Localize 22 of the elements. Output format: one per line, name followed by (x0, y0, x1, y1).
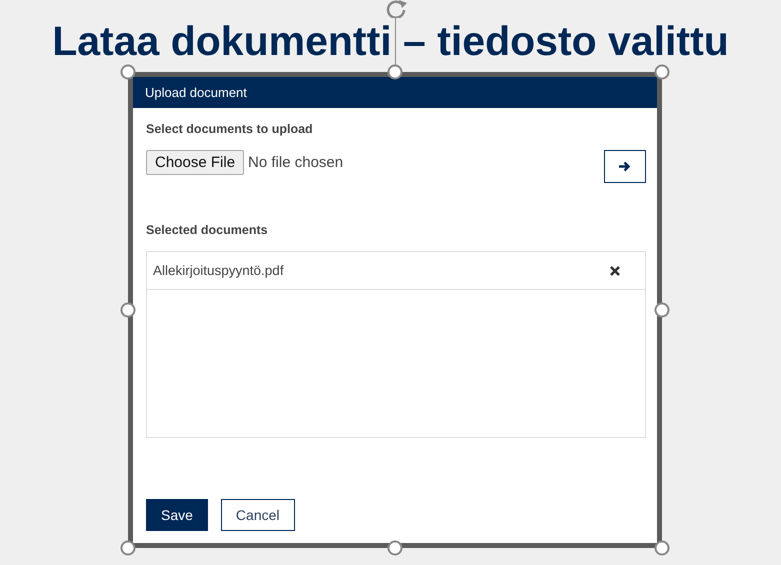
resize-handle[interactable] (120, 302, 136, 318)
resize-handle[interactable] (388, 64, 402, 80)
slide-title: Lataa dokumentti – tiedosto valittu (52, 22, 729, 60)
resize-handle[interactable] (388, 540, 402, 556)
rotate-handle-icon[interactable] (386, 0, 408, 18)
resize-handle[interactable] (120, 540, 136, 556)
file-status: No file chosen (248, 154, 344, 171)
resize-handle[interactable] (120, 64, 136, 80)
resize-handle[interactable] (654, 64, 670, 80)
document-name: Allekirjoituspyyntö.pdf (153, 263, 284, 278)
resize-handle[interactable] (654, 540, 670, 556)
choose-file-button[interactable]: Choose File (146, 150, 244, 175)
cancel-button[interactable]: Cancel (220, 499, 295, 531)
dialog-header: Upload document (133, 77, 657, 108)
screenshot-image[interactable]: Upload document Select documents to upload Choose File No file chosen Selected documents Allekirjoituspyyntö.pdf Save Cancel (128, 72, 662, 548)
resize-handle[interactable] (654, 302, 670, 318)
arrow-right-icon (619, 161, 631, 172)
section-label: Select documents to upload (146, 122, 313, 136)
upload-button[interactable] (604, 150, 646, 183)
section-label: Selected documents (146, 223, 268, 237)
save-button[interactable]: Save (146, 499, 208, 531)
remove-icon[interactable] (610, 266, 620, 276)
